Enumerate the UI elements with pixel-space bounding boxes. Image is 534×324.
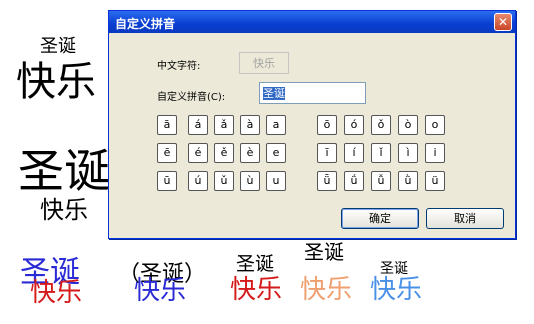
tone-key-e2[interactable]: é [188, 143, 208, 163]
row-sample5-ruby: 圣诞 [380, 261, 408, 277]
row-sample3-ruby: 圣诞 [236, 253, 275, 275]
tone-key-u3[interactable]: ǔ [214, 171, 234, 191]
tone-key-u4[interactable]: ù [240, 171, 260, 191]
tone-key-v3[interactable]: ǚ [371, 171, 391, 191]
custom-pinyin-input[interactable]: 圣诞 [259, 82, 366, 104]
tone-key-o1[interactable]: ō [317, 115, 337, 135]
tone-key-a2[interactable]: á [188, 115, 208, 135]
row-sample4-base: 快乐 [300, 275, 353, 305]
tone-key-i2[interactable]: í [344, 143, 364, 163]
tone-key-v4[interactable]: ǜ [398, 171, 418, 191]
tone-key-o2[interactable]: ó [344, 115, 364, 135]
sample2-base-text: 圣诞 [18, 144, 110, 198]
row-sample2-base: 快乐 [134, 276, 187, 306]
custom-pinyin-dialog: 自定义拼音 ✕ 中文字符: 快乐 自定义拼音(C): 圣诞 ā á ǎ à a … [108, 10, 516, 239]
cancel-button[interactable]: 取消 [426, 208, 504, 229]
tone-key-a4[interactable]: à [240, 115, 260, 135]
dialog-title-bar[interactable]: 自定义拼音 ✕ [109, 11, 515, 33]
tone-key-o4[interactable]: ò [398, 115, 418, 135]
tone-key-u0[interactable]: u [266, 171, 286, 191]
chinese-char-label: 中文字符: [157, 61, 201, 72]
row-sample4-ruby: 圣诞 [304, 240, 344, 264]
sample1-ruby-text: 圣诞 [40, 36, 76, 57]
tone-key-u2[interactable]: ú [188, 171, 208, 191]
tone-key-u1[interactable]: ū [157, 171, 177, 191]
ok-button[interactable]: 确定 [341, 208, 419, 229]
tone-key-i4[interactable]: ì [398, 143, 418, 163]
tone-key-e3[interactable]: ě [214, 143, 234, 163]
tone-key-a1[interactable]: ā [157, 115, 177, 135]
tone-key-a0[interactable]: a [266, 115, 286, 135]
tone-key-o0[interactable]: o [425, 115, 445, 135]
custom-pinyin-value: 圣诞 [263, 87, 285, 100]
sample2-ruby-text: 快乐 [40, 196, 88, 224]
row-sample5-base: 快乐 [370, 275, 423, 305]
tone-key-e1[interactable]: ē [157, 143, 177, 163]
chinese-char-field: 快乐 [239, 52, 289, 74]
close-button[interactable]: ✕ [494, 13, 512, 31]
tone-key-v1[interactable]: ǖ [317, 171, 337, 191]
row-sample1-bottom: 快乐 [30, 278, 83, 308]
tone-key-e0[interactable]: e [266, 143, 286, 163]
row-sample3-base: 快乐 [230, 275, 283, 305]
tone-key-v2[interactable]: ǘ [344, 171, 364, 191]
sample1-base-text: 快乐 [16, 59, 96, 105]
dialog-title: 自定义拼音 [115, 17, 176, 31]
tone-key-e4[interactable]: è [240, 143, 260, 163]
custom-pinyin-label: 自定义拼音(C): [157, 92, 226, 103]
tone-key-v0[interactable]: ü [425, 171, 445, 191]
tone-key-i3[interactable]: ǐ [371, 143, 391, 163]
tone-key-o3[interactable]: ǒ [371, 115, 391, 135]
tone-key-i1[interactable]: ī [317, 143, 337, 163]
tone-key-a3[interactable]: ǎ [214, 115, 234, 135]
tone-key-i0[interactable]: i [425, 143, 445, 163]
